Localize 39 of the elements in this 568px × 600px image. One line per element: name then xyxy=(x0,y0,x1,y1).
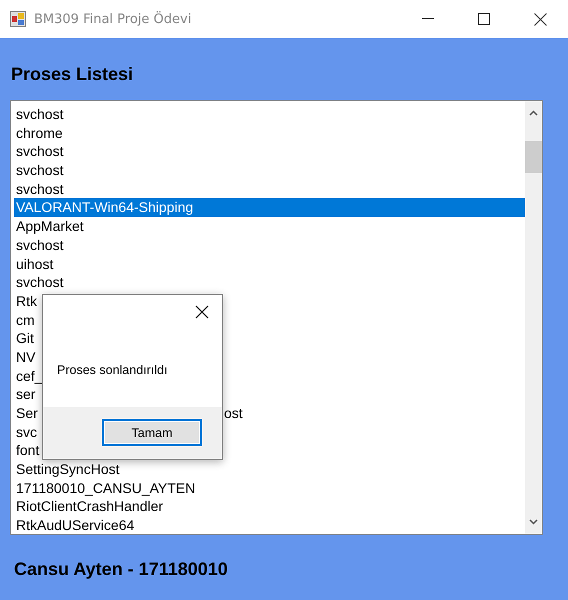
scroll-up-icon[interactable] xyxy=(529,110,538,116)
list-item[interactable]: font xyxy=(14,441,40,460)
list-item[interactable]: svchost xyxy=(14,142,64,162)
minimize-icon xyxy=(422,18,434,20)
close-icon xyxy=(195,305,209,319)
list-item[interactable]: cef_ xyxy=(14,366,42,386)
list-item[interactable]: svchost xyxy=(14,180,64,198)
app-icon xyxy=(10,11,26,27)
list-item[interactable]: RiotClientCrashHandler xyxy=(14,497,164,516)
list-item[interactable]: svc xyxy=(14,422,37,442)
list-item[interactable]: NV xyxy=(14,348,36,367)
window-title: BM309 Final Proje Ödevi xyxy=(34,12,192,26)
footer-text: Cansu Ayten - 171180010 xyxy=(14,559,229,580)
list-item[interactable]: SettingSyncHost xyxy=(14,460,120,479)
list-item[interactable]: RtkAudUService64 xyxy=(14,516,134,534)
heading: Proses Listesi xyxy=(11,64,134,86)
scroll-thumb[interactable] xyxy=(525,141,542,173)
list-item[interactable]: svchost xyxy=(14,236,64,254)
list-item[interactable]: ser xyxy=(14,385,36,404)
scrollbar[interactable] xyxy=(525,101,542,534)
close-button[interactable] xyxy=(194,305,210,321)
scroll-down-icon[interactable] xyxy=(529,519,538,525)
item-text: ost xyxy=(224,404,243,423)
list-item[interactable]: cm xyxy=(14,310,35,330)
list-item[interactable]: chrome xyxy=(14,124,63,142)
list-item[interactable]: svchost xyxy=(14,273,64,292)
list-item[interactable]: Git xyxy=(14,329,34,348)
list-item[interactable]: Rtk xyxy=(14,292,37,311)
list-item[interactable]: uihost xyxy=(14,254,54,274)
list-item[interactable]: AppMarket xyxy=(14,217,84,236)
list-item[interactable]: 171180010_CANSU_AYTEN xyxy=(14,478,196,498)
message-text: Proses sonlandırıldı xyxy=(57,363,168,378)
list-item[interactable]: svchost xyxy=(14,105,64,124)
list-item[interactable]: svchost xyxy=(14,161,64,180)
close-icon xyxy=(534,12,546,26)
ok-button[interactable]: Tamam xyxy=(102,419,202,446)
maximize-icon xyxy=(478,13,490,25)
list-item[interactable]: VALORANT-Win64-Shipping xyxy=(14,198,525,218)
item-text: Ser xyxy=(16,404,39,423)
